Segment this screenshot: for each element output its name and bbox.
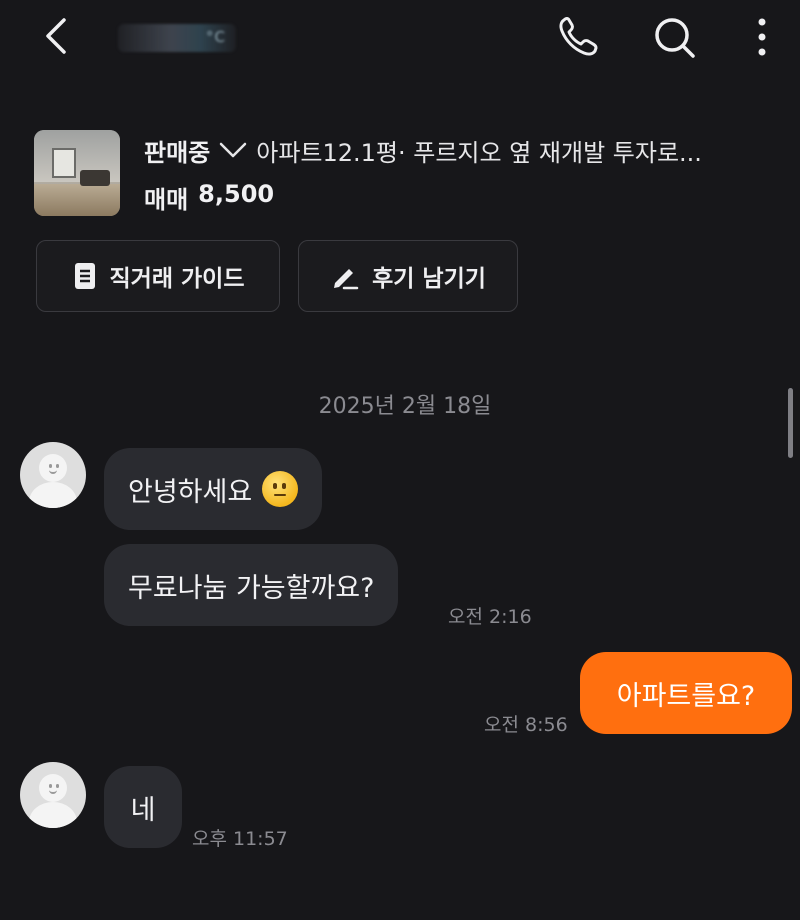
- direct-trade-guide-label: 직거래 가이드: [109, 266, 245, 292]
- chevron-down-icon[interactable]: [218, 138, 248, 162]
- top-bar: °C: [0, 0, 800, 86]
- avatar[interactable]: [20, 442, 86, 508]
- write-review-label: 후기 남기기: [372, 266, 486, 292]
- document-icon: [74, 263, 95, 289]
- back-button[interactable]: [36, 12, 80, 60]
- message-bubble: 네: [104, 766, 182, 848]
- direct-trade-guide-button[interactable]: 직거래 가이드: [36, 240, 280, 312]
- smiley-emoji-icon: [262, 471, 299, 507]
- message-text: 아파트를요?: [616, 680, 756, 712]
- price-value: 8,500: [198, 180, 275, 208]
- chat-partner-name: °C: [118, 24, 236, 52]
- my-message-bubble: 아파트를요?: [580, 652, 792, 734]
- sale-status[interactable]: 판매중: [144, 133, 210, 168]
- call-button[interactable]: [552, 12, 604, 62]
- pencil-icon: [334, 269, 359, 290]
- scrollbar[interactable]: [788, 388, 793, 458]
- message-text: 안녕하세요: [128, 476, 253, 508]
- date-divider: 2025년 2월 18일: [318, 394, 492, 419]
- message-text: 무료나눔 가능할까요?: [128, 572, 375, 604]
- product-summary[interactable]: 판매중 아파트12.1평· 푸르지오 옆 재개발 투자로... 매매 8,500: [0, 118, 800, 228]
- chat-partner-name-text: °C: [206, 28, 226, 46]
- search-button[interactable]: [648, 12, 700, 62]
- message-bubble: 안녕하세요: [104, 448, 323, 530]
- product-title: 아파트12.1평· 푸르지오 옆 재개발 투자로...: [256, 138, 702, 167]
- product-title-row: 판매중 아파트12.1평· 푸르지오 옆 재개발 투자로...: [144, 132, 702, 168]
- message-bubble: 무료나눔 가능할까요?: [104, 544, 399, 626]
- price-label: 매매: [144, 186, 189, 214]
- avatar[interactable]: [20, 762, 86, 828]
- phone-icon: [559, 17, 598, 56]
- message-time: 오전 8:56: [484, 714, 568, 736]
- message-text: 네: [130, 794, 156, 826]
- message-time: 오후 11:57: [192, 828, 288, 850]
- chat-screen: °C 판매중 아파트12.1평· 푸르지오 옆 재개발 투자로... 매매 8,…: [0, 0, 800, 920]
- product-thumbnail[interactable]: [34, 130, 120, 216]
- product-price: 매매 8,500: [144, 180, 274, 215]
- message-time: 오전 2:16: [448, 606, 532, 628]
- chevron-left-icon: [46, 18, 66, 54]
- more-options-button[interactable]: [744, 12, 780, 62]
- search-icon: [655, 18, 695, 58]
- write-review-button[interactable]: 후기 남기기: [298, 240, 518, 312]
- more-vertical-icon: [758, 18, 766, 56]
